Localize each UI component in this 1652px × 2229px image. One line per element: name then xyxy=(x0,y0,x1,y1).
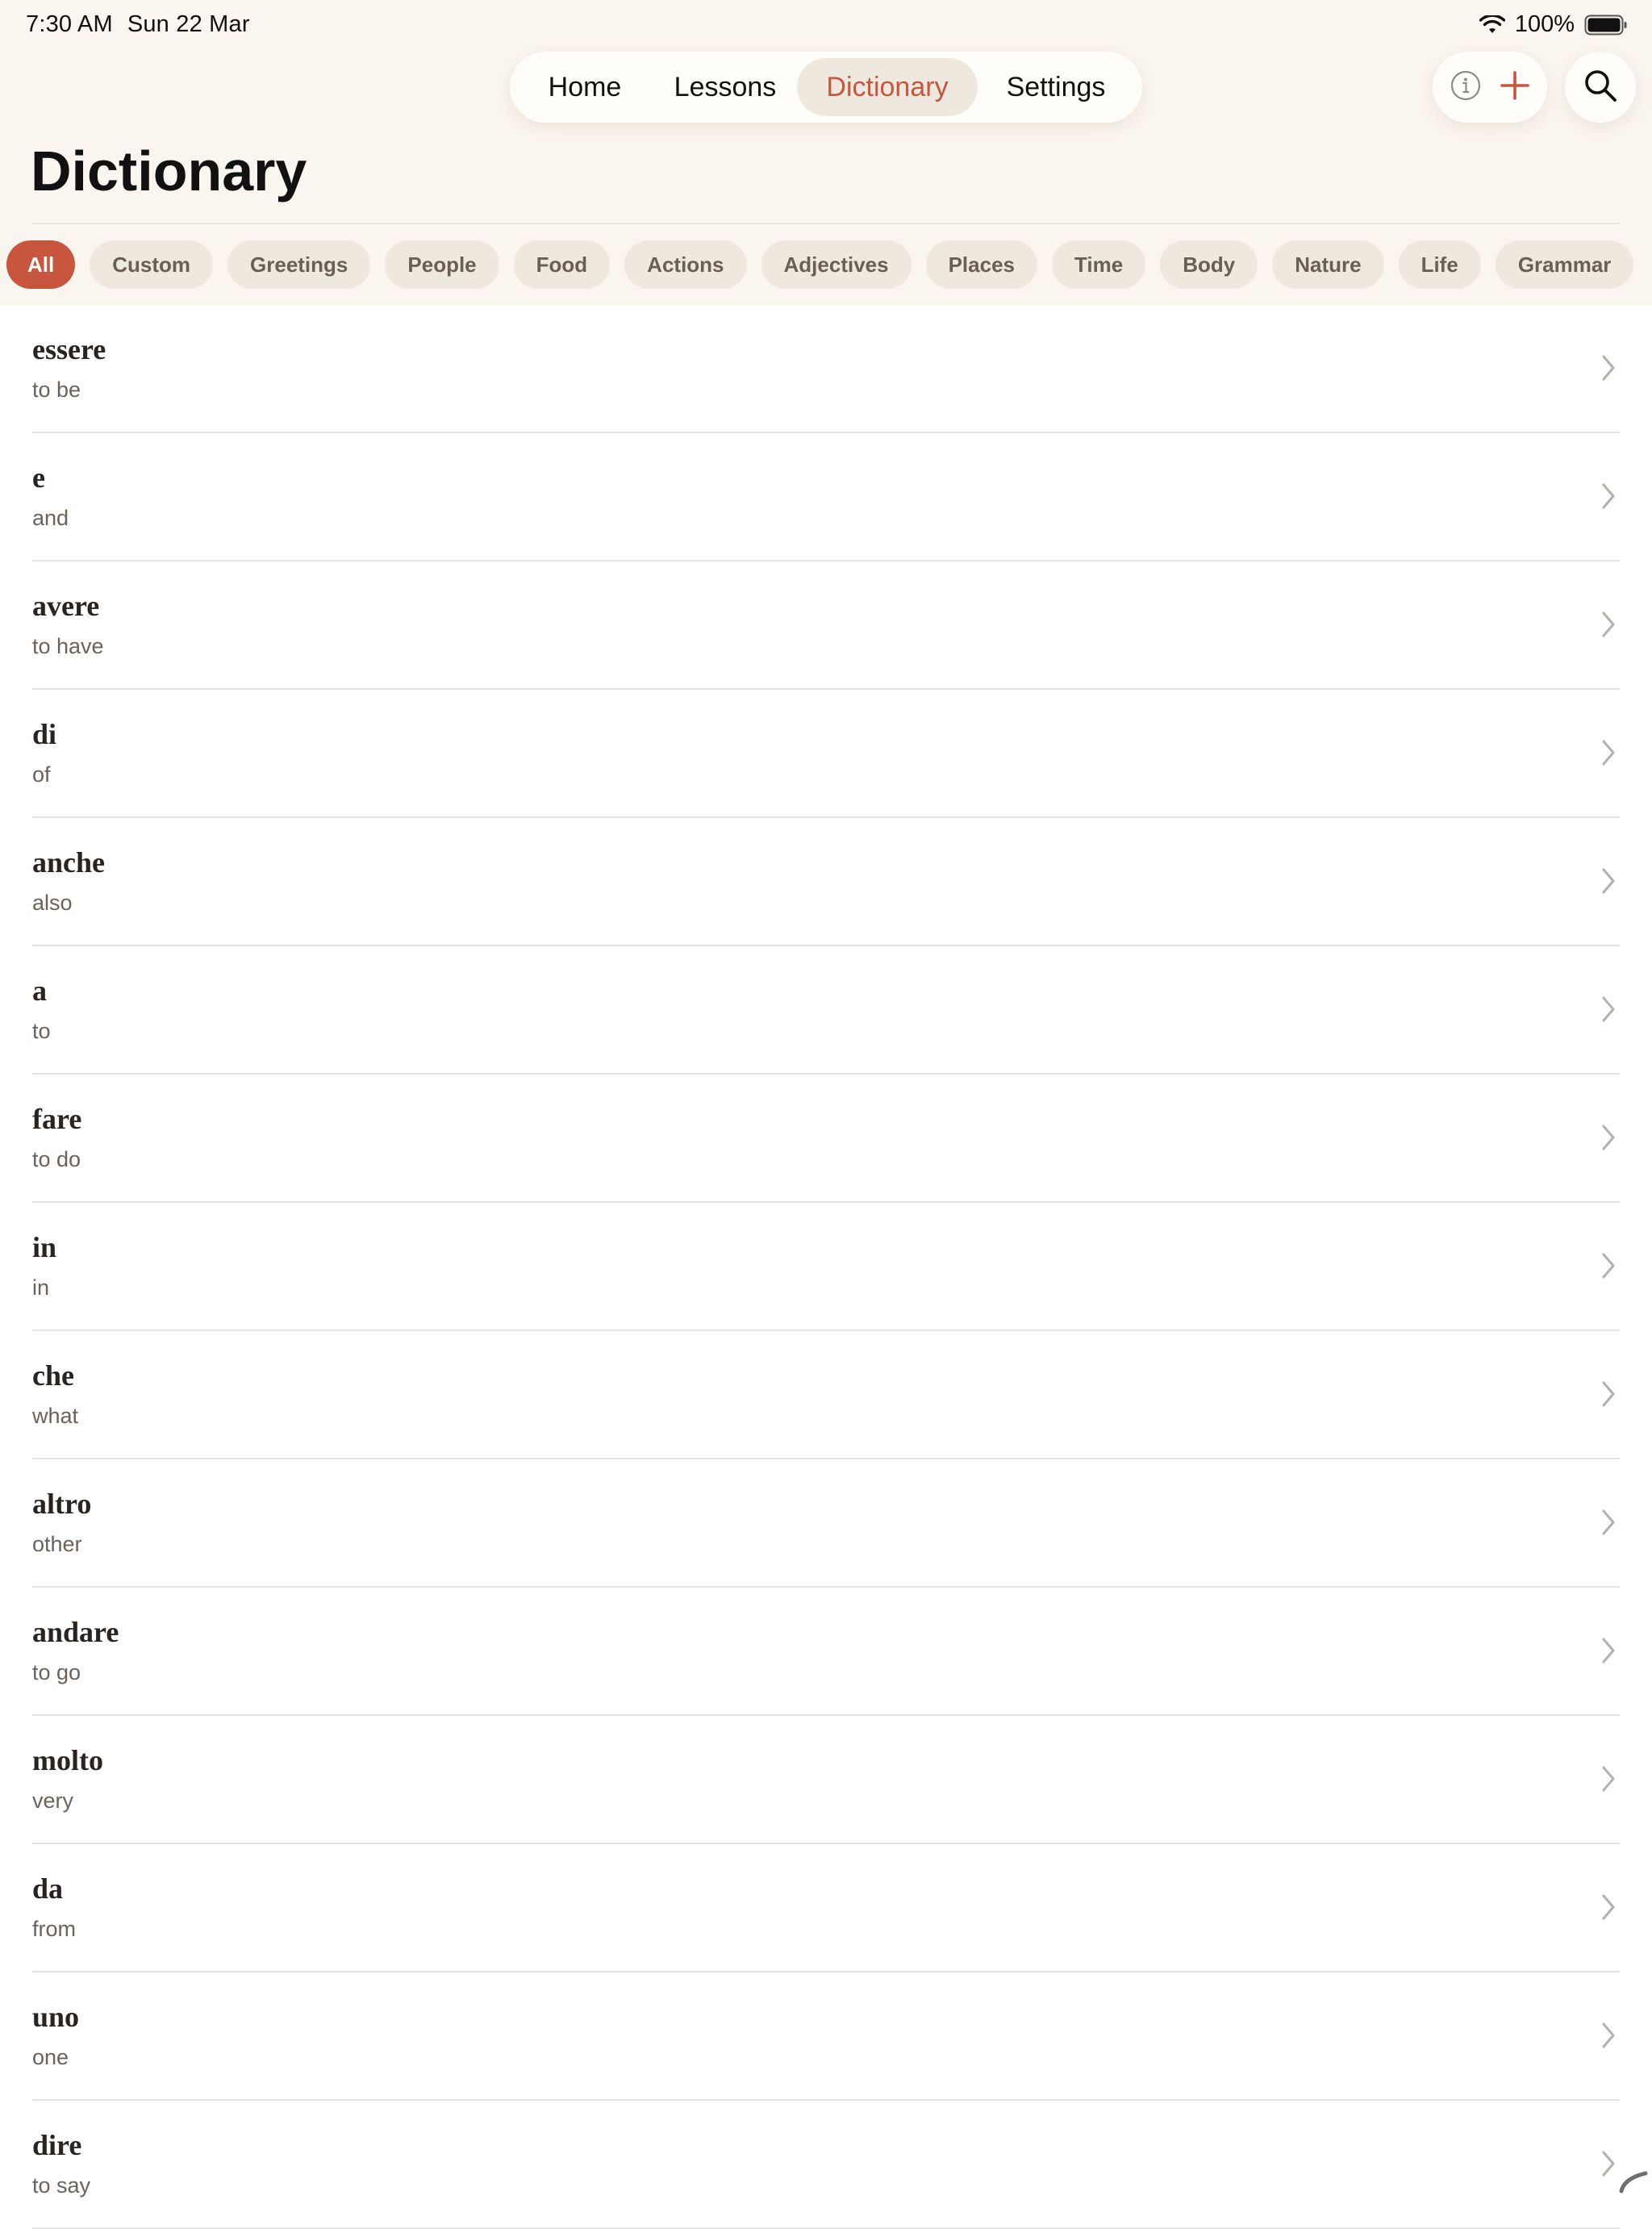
chip-greetings[interactable]: Greetings xyxy=(227,240,371,289)
word-row[interactable]: uno one xyxy=(0,1972,1652,2101)
wifi-icon xyxy=(1479,15,1505,35)
word-row[interactable]: di of xyxy=(0,690,1652,818)
word-row[interactable]: da from xyxy=(0,1844,1652,1972)
chevron-right-icon xyxy=(1602,1894,1615,1920)
chevron-right-icon xyxy=(1602,1253,1615,1279)
word-term: in xyxy=(32,1231,57,1263)
chip-nature[interactable]: Nature xyxy=(1272,240,1384,289)
chevron-right-icon xyxy=(1602,740,1615,766)
word-row[interactable]: che what xyxy=(0,1331,1652,1459)
word-row[interactable]: avere to have xyxy=(0,561,1652,690)
chip-body[interactable]: Body xyxy=(1160,240,1258,289)
word-term: andare xyxy=(32,1616,119,1648)
word-term: fare xyxy=(32,1103,82,1135)
chevron-right-icon xyxy=(1602,1509,1615,1535)
word-row[interactable]: essere to be xyxy=(0,305,1652,433)
word-row[interactable]: molto very xyxy=(0,1716,1652,1844)
word-term: avere xyxy=(32,590,100,622)
chevron-right-icon xyxy=(1602,1125,1615,1150)
category-filter: All Custom Greetings People Food Actions… xyxy=(6,240,1634,289)
word-row[interactable]: anche also xyxy=(0,818,1652,946)
word-term: dire xyxy=(32,2129,82,2161)
chip-people[interactable]: People xyxy=(385,240,499,289)
chevron-right-icon xyxy=(1602,996,1615,1022)
word-meaning: to have xyxy=(32,634,104,658)
tab-dictionary[interactable]: Dictionary xyxy=(797,58,978,116)
battery-icon xyxy=(1584,15,1628,35)
plus-icon[interactable] xyxy=(1499,69,1531,106)
chip-life[interactable]: Life xyxy=(1398,240,1481,289)
word-meaning: what xyxy=(32,1404,79,1428)
word-row[interactable]: andare to go xyxy=(0,1588,1652,1716)
word-row[interactable]: e and xyxy=(0,433,1652,561)
search-button[interactable] xyxy=(1565,52,1636,123)
word-meaning: also xyxy=(32,891,73,915)
word-meaning: to be xyxy=(32,378,81,402)
chevron-right-icon xyxy=(1602,355,1615,381)
chip-places[interactable]: Places xyxy=(925,240,1037,289)
word-meaning: in xyxy=(32,1275,50,1300)
word-list: essere to be e and avere to have di of a… xyxy=(0,305,1652,2229)
chip-food[interactable]: Food xyxy=(513,240,611,289)
word-term: altro xyxy=(32,1488,92,1520)
chip-time[interactable]: Time xyxy=(1052,240,1146,289)
word-term: anche xyxy=(32,846,105,879)
chevron-right-icon xyxy=(1602,612,1615,637)
chevron-right-icon xyxy=(1602,1381,1615,1407)
word-meaning: to xyxy=(32,1019,51,1043)
info-icon[interactable] xyxy=(1450,69,1482,106)
chevron-right-icon xyxy=(1602,483,1615,509)
chevron-right-icon xyxy=(1602,2151,1615,2177)
chip-adjectives[interactable]: Adjectives xyxy=(761,240,912,289)
chevron-right-icon xyxy=(1602,1638,1615,1663)
chevron-right-icon xyxy=(1602,1766,1615,1792)
word-meaning: and xyxy=(32,506,69,530)
main-nav: Home Lessons Dictionary Settings xyxy=(510,52,1142,123)
scroll-indicator-icon xyxy=(1619,2171,1648,2194)
word-term: che xyxy=(32,1359,74,1392)
chevron-right-icon xyxy=(1602,2022,1615,2048)
word-meaning: from xyxy=(32,1917,76,1941)
chip-custom[interactable]: Custom xyxy=(90,240,214,289)
word-row[interactable]: dire to say xyxy=(0,2101,1652,2229)
word-meaning: of xyxy=(32,762,51,787)
chevron-right-icon xyxy=(1602,868,1615,894)
word-meaning: other xyxy=(32,1532,82,1556)
word-term: e xyxy=(32,461,45,494)
word-meaning: very xyxy=(32,1789,74,1813)
word-term: essere xyxy=(32,333,106,365)
battery-percent: 100% xyxy=(1514,11,1575,37)
title-divider xyxy=(32,223,1620,224)
word-term: molto xyxy=(32,1744,103,1776)
tab-lessons[interactable]: Lessons xyxy=(653,58,797,116)
word-meaning: to do xyxy=(32,1147,81,1171)
word-meaning: to say xyxy=(32,2173,91,2198)
tab-home[interactable]: Home xyxy=(516,58,653,116)
chip-grammar[interactable]: Grammar xyxy=(1495,240,1634,289)
word-term: a xyxy=(32,975,47,1007)
word-row[interactable]: in in xyxy=(0,1203,1652,1331)
word-row[interactable]: fare to do xyxy=(0,1075,1652,1203)
chip-actions[interactable]: Actions xyxy=(624,240,747,289)
chip-all[interactable]: All xyxy=(6,240,76,289)
word-row[interactable]: altro other xyxy=(0,1459,1652,1588)
word-meaning: to go xyxy=(32,1660,81,1684)
header-area: 7:30 AM Sun 22 Mar 100% Home Lessons Dict… xyxy=(0,0,1652,305)
word-term: da xyxy=(32,1872,64,1905)
word-term: di xyxy=(32,718,57,750)
status-bar-left: 7:30 AM Sun 22 Mar xyxy=(26,11,265,38)
status-bar-right: 100% xyxy=(1479,11,1628,38)
search-icon xyxy=(1583,68,1618,107)
word-term: uno xyxy=(32,2001,80,2033)
word-meaning: one xyxy=(32,2045,69,2069)
status-time: 7:30 AM xyxy=(26,11,113,37)
status-date: Sun 22 Mar xyxy=(127,11,250,37)
tab-settings[interactable]: Settings xyxy=(978,58,1134,116)
word-row[interactable]: a to xyxy=(0,946,1652,1075)
action-buttons xyxy=(1433,52,1547,123)
page-title: Dictionary xyxy=(31,140,307,202)
